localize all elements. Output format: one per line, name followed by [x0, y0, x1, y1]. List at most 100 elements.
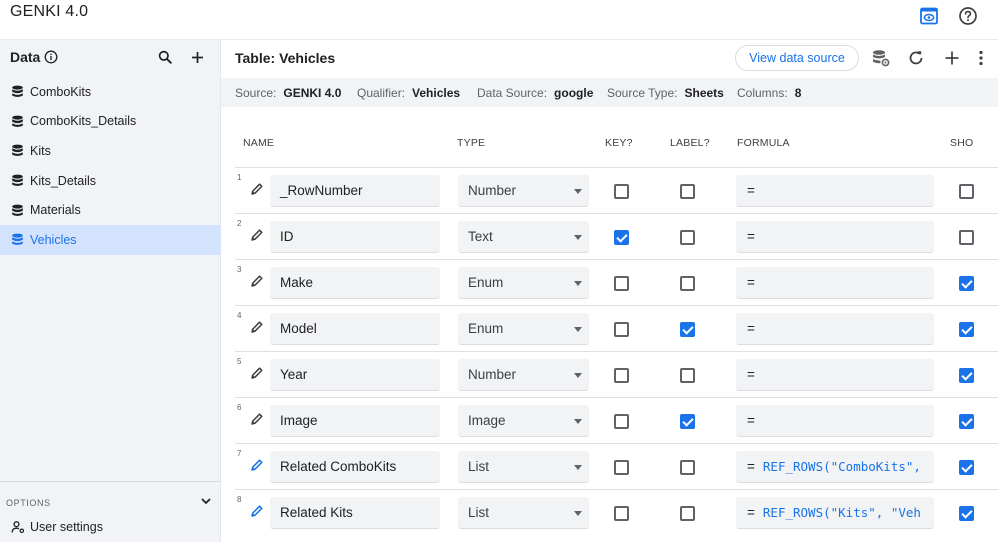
column-name-field[interactable]: _RowNumber — [270, 175, 440, 207]
more-vert-icon[interactable] — [970, 47, 992, 69]
column-type-select[interactable]: Enum — [458, 267, 589, 299]
database-icon — [12, 115, 23, 127]
label-checkbox[interactable] — [680, 322, 695, 337]
column-name-field[interactable]: Image — [270, 405, 440, 437]
database-icon — [12, 145, 23, 157]
key-checkbox[interactable] — [614, 460, 629, 475]
label-checkbox[interactable] — [680, 460, 695, 475]
column-name-field[interactable]: Related ComboKits — [270, 451, 440, 483]
edit-pencil-icon[interactable] — [250, 412, 264, 426]
column-name-field[interactable]: Related Kits — [270, 497, 440, 529]
formula-field[interactable]: = REF_ROWS("Kits", "Veh — [736, 497, 934, 529]
label-checkbox[interactable] — [680, 506, 695, 521]
column-type-select[interactable]: List — [458, 451, 589, 483]
chevron-down-icon[interactable] — [199, 494, 213, 508]
column-name-field[interactable]: Make — [270, 267, 440, 299]
edit-pencil-icon[interactable] — [250, 504, 264, 518]
sidebar-item-materials[interactable]: Materials — [0, 195, 221, 225]
key-checkbox[interactable] — [614, 184, 629, 199]
database-icon — [12, 233, 23, 246]
key-checkbox[interactable] — [614, 276, 629, 291]
options-label: OPTIONS — [6, 498, 51, 508]
label-checkbox[interactable] — [680, 230, 695, 245]
formula-field[interactable]: = — [736, 313, 934, 345]
dropdown-caret-icon — [574, 511, 582, 516]
show-checkbox[interactable] — [959, 276, 974, 291]
info-qualifier: Qualifier: Vehicles — [357, 85, 461, 100]
column-type-select[interactable]: List — [458, 497, 589, 529]
show-checkbox[interactable] — [959, 506, 974, 521]
user-settings-link[interactable]: User settings — [11, 520, 103, 534]
show-checkbox[interactable] — [959, 184, 974, 199]
row-number: 4 — [237, 311, 242, 320]
key-checkbox[interactable] — [614, 506, 629, 521]
sidebar-item-vehicles[interactable]: Vehicles — [0, 224, 221, 255]
formula-field[interactable]: = — [736, 221, 934, 253]
column-type-select[interactable]: Image — [458, 405, 589, 437]
sidebar-item-combokits-details[interactable]: ComboKits_Details — [0, 107, 221, 137]
preview-icon[interactable] — [917, 4, 941, 28]
edit-pencil-icon[interactable] — [250, 320, 264, 334]
sidebar-item-combokits[interactable]: ComboKits — [0, 77, 221, 107]
sidebar-item-kits[interactable]: Kits — [0, 136, 221, 166]
show-checkbox[interactable] — [959, 460, 974, 475]
main-panel: Table: Vehicles View data source Source:… — [221, 40, 998, 542]
add-column-icon[interactable] — [941, 47, 963, 69]
column-type-select[interactable]: Text — [458, 221, 589, 253]
formula-field[interactable]: = — [736, 359, 934, 391]
plus-icon — [191, 51, 203, 63]
dropdown-caret-icon — [574, 189, 582, 194]
database-settings-icon[interactable] — [870, 47, 892, 69]
column-type-select[interactable]: Number — [458, 175, 589, 207]
key-checkbox[interactable] — [614, 322, 629, 337]
column-name-field[interactable]: ID — [270, 221, 440, 253]
column-name-field[interactable]: Model — [270, 313, 440, 345]
info-icon[interactable] — [44, 50, 58, 64]
top-bar: GENKI 4.0 — [0, 0, 998, 40]
row-number: 7 — [237, 449, 242, 458]
show-checkbox[interactable] — [959, 414, 974, 429]
show-checkbox[interactable] — [959, 230, 974, 245]
database-icon — [12, 174, 23, 187]
row-number: 2 — [237, 219, 242, 228]
view-data-source-button[interactable]: View data source — [735, 45, 859, 71]
sidebar-item-kits-details[interactable]: Kits_Details — [0, 166, 221, 196]
user-settings-icon — [11, 521, 25, 534]
key-checkbox[interactable] — [614, 414, 629, 429]
column-name-field[interactable]: Year — [270, 359, 440, 391]
label-checkbox[interactable] — [680, 184, 695, 199]
key-checkbox[interactable] — [614, 230, 629, 245]
formula-field[interactable]: = — [736, 267, 934, 299]
edit-pencil-icon[interactable] — [250, 366, 264, 380]
formula-field[interactable]: = — [736, 175, 934, 207]
edit-pencil-icon[interactable] — [250, 228, 264, 242]
label-checkbox[interactable] — [680, 368, 695, 383]
edit-pencil-icon[interactable] — [250, 274, 264, 288]
show-checkbox[interactable] — [959, 368, 974, 383]
column-headers: NAME TYPE KEY? LABEL? FORMULA SHO — [221, 134, 998, 152]
search-icon[interactable] — [154, 46, 176, 68]
table-row: 8 Related Kits List = REF_ROWS("Kits", "Veh — [235, 489, 998, 535]
user-settings-label: User settings — [30, 520, 103, 534]
table-row: 7 Related ComboKits List = REF_ROWS("ComboKi… — [235, 443, 998, 489]
row-number: 6 — [237, 403, 242, 412]
formula-field[interactable]: = — [736, 405, 934, 437]
help-icon[interactable] — [956, 4, 980, 28]
edit-pencil-icon[interactable] — [250, 182, 264, 196]
table-row: 6 Image Image = — [235, 397, 998, 443]
column-type-select[interactable]: Number — [458, 359, 589, 391]
column-type-select[interactable]: Enum — [458, 313, 589, 345]
dropdown-caret-icon — [574, 465, 582, 470]
label-checkbox[interactable] — [680, 276, 695, 291]
edit-pencil-icon[interactable] — [250, 458, 264, 472]
sidebar-header: Data — [10, 49, 58, 65]
key-checkbox[interactable] — [614, 368, 629, 383]
formula-field[interactable]: = REF_ROWS("ComboKits", — [736, 451, 934, 483]
sidebar-title: Data — [10, 49, 41, 65]
header-type: TYPE — [457, 137, 486, 149]
add-table-button[interactable] — [186, 46, 208, 68]
label-checkbox[interactable] — [680, 414, 695, 429]
show-checkbox[interactable] — [959, 322, 974, 337]
row-number: 5 — [237, 357, 242, 366]
refresh-icon[interactable] — [905, 47, 927, 69]
